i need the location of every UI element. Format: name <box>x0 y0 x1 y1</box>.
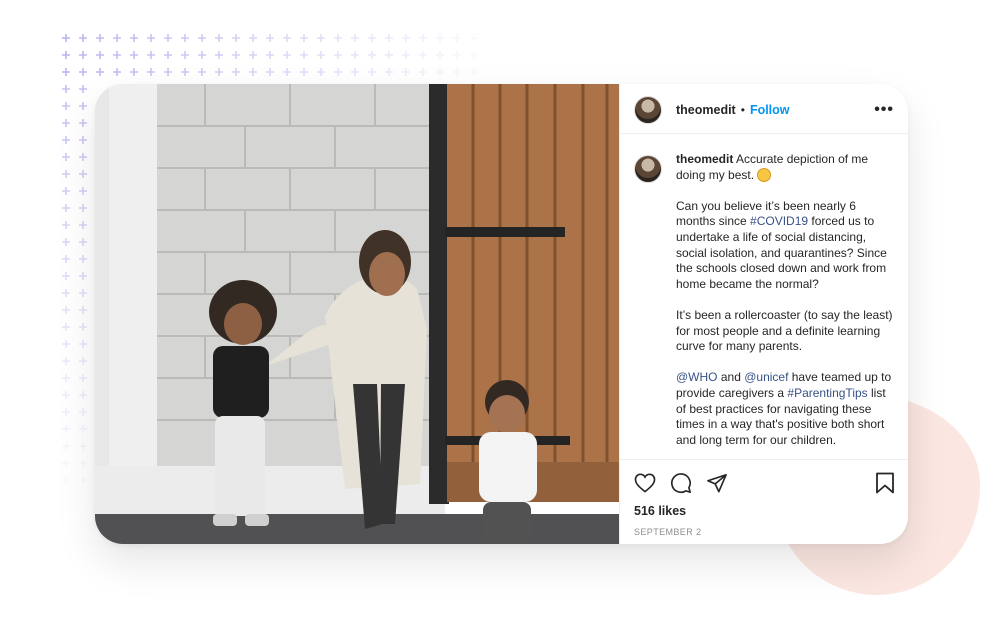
heart-icon[interactable] <box>634 473 656 493</box>
post-photo[interactable] <box>95 84 619 544</box>
follow-button[interactable]: Follow <box>750 103 790 117</box>
comment-icon[interactable] <box>670 472 692 494</box>
header-username[interactable]: theomedit <box>676 103 736 117</box>
caption-text: theomedit Accurate depiction of me doing… <box>676 152 895 459</box>
post-date: SEPTEMBER 2 <box>634 527 702 537</box>
paper-plane-icon[interactable] <box>706 473 728 493</box>
mention-unicef[interactable]: @unicef <box>744 370 788 384</box>
mention-who[interactable]: @WHO <box>676 370 718 384</box>
instagram-post-card: theomedit • Follow ••• theomedit Accurat… <box>95 84 908 544</box>
caption-and: and <box>717 370 745 385</box>
caption-section[interactable]: theomedit Accurate depiction of me doing… <box>620 152 908 459</box>
grimacing-emoji-icon <box>757 167 772 182</box>
hashtag-covid19[interactable]: #COVID19 <box>750 214 808 228</box>
caption-avatar[interactable] <box>634 155 662 183</box>
action-row <box>634 470 895 496</box>
user-avatar[interactable] <box>634 95 662 124</box>
more-options-icon[interactable]: ••• <box>874 101 894 119</box>
caption-para-3: It’s been a rollercoaster (to say the le… <box>676 307 893 354</box>
likes-count[interactable]: 516 likes <box>634 504 895 518</box>
caption-username[interactable]: theomedit <box>676 152 733 166</box>
post-header: theomedit • Follow ••• <box>620 86 908 134</box>
hashtag-parentingtips[interactable]: #ParentingTips <box>787 386 867 400</box>
bookmark-icon[interactable] <box>875 472 895 494</box>
post-sidebar: theomedit • Follow ••• theomedit Accurat… <box>619 84 908 544</box>
actions-section: 516 likes SEPTEMBER 2 <box>620 459 908 544</box>
separator-dot: • <box>740 102 745 117</box>
